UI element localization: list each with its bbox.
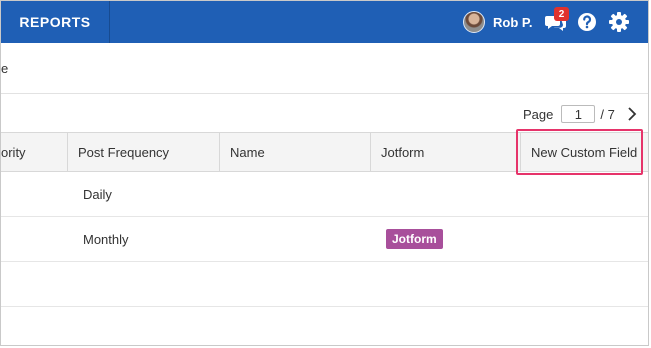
top-navigation-bar: REPORTS Rob P. 2 — [1, 1, 648, 43]
column-header-name[interactable]: Name — [220, 133, 371, 171]
column-header-post-frequency[interactable]: Post Frequency — [68, 133, 220, 171]
table-row[interactable]: Monthly Jotform — [1, 217, 648, 262]
pagination: Page / 7 — [523, 104, 637, 124]
user-name: Rob P. — [493, 14, 533, 30]
avatar — [463, 11, 485, 33]
cell-jotform: Jotform — [386, 217, 443, 261]
gear-icon[interactable] — [607, 10, 631, 34]
notification-badge: 2 — [554, 7, 569, 21]
table-row[interactable] — [1, 262, 648, 307]
table-row[interactable]: Daily — [1, 172, 648, 217]
app-frame: REPORTS Rob P. 2 e Page 1 / 7 ority Post… — [0, 0, 649, 346]
chevron-right-icon[interactable] — [627, 107, 637, 121]
table-header: ority Post Frequency Name Jotform New Cu… — [1, 132, 648, 172]
page-label: Page — [523, 106, 554, 122]
reports-tab[interactable]: REPORTS — [1, 1, 110, 43]
column-header-jotform[interactable]: Jotform — [371, 133, 521, 171]
cell-post-frequency: Daily — [83, 186, 112, 202]
user-menu[interactable]: Rob P. — [463, 11, 533, 33]
page-total: / 7 — [600, 106, 615, 122]
page-subtitle-fragment: e — [1, 61, 9, 76]
column-header-new-custom-field[interactable]: New Custom Field — [521, 133, 648, 171]
divider — [1, 93, 648, 94]
help-icon[interactable] — [575, 10, 599, 34]
cell-post-frequency: Monthly — [83, 231, 129, 247]
page-number-input[interactable] — [561, 105, 596, 123]
jotform-tag[interactable]: Jotform — [386, 229, 443, 249]
column-header-priority[interactable]: ority — [1, 133, 68, 171]
